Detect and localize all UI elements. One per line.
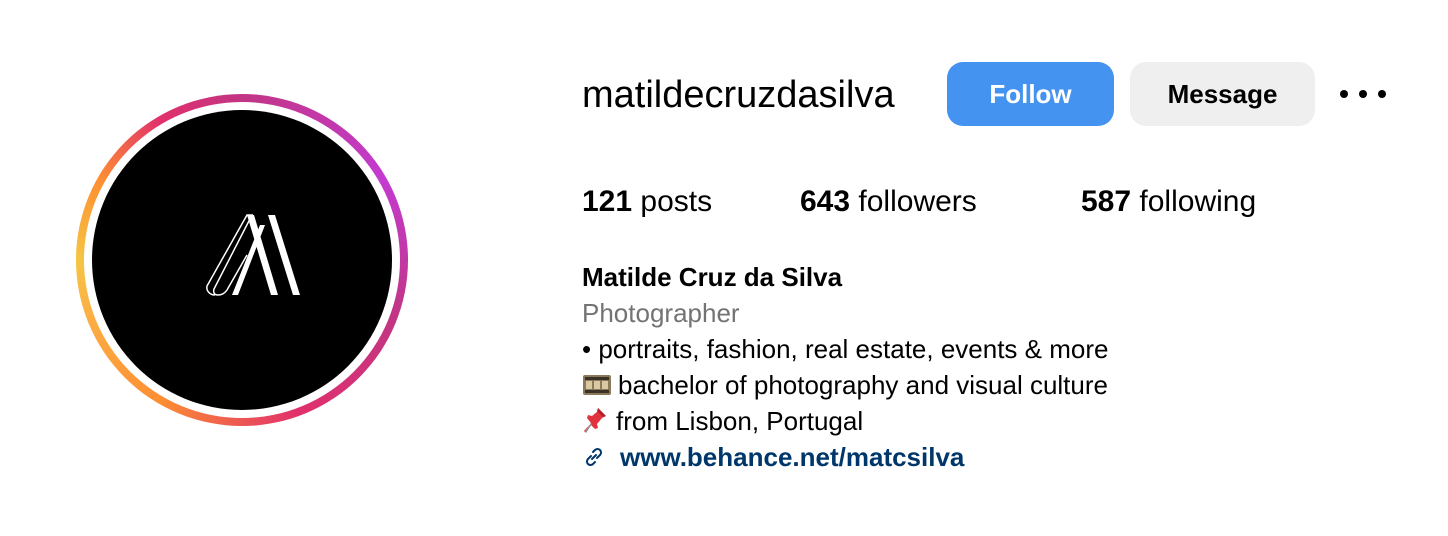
bio-line-1: • portraits, fashion, real estate, event…: [582, 334, 1109, 364]
profile-full-name: Matilde Cruz da Silva: [582, 262, 843, 292]
bio-line-2: bachelor of photography and visual cultu…: [582, 368, 1108, 402]
profile-category: Photographer: [582, 298, 740, 328]
bio-line-3-text: from Lisbon, Portugal: [616, 406, 864, 436]
logo-m-icon: [206, 214, 300, 296]
bio-line-2-text: bachelor of photography and visual cultu…: [618, 370, 1108, 400]
posts-label: posts: [640, 185, 713, 218]
pushpin-icon: [584, 408, 606, 433]
followers-count: 643: [800, 185, 851, 218]
follow-button[interactable]: Follow: [947, 62, 1114, 126]
followers-label: followers: [858, 185, 977, 218]
dot: [1378, 90, 1386, 98]
story-ring[interactable]: [76, 94, 408, 426]
following-stat[interactable]: 587 following: [1081, 182, 1256, 222]
profile-link[interactable]: www.behance.net/matcsilva: [582, 440, 964, 474]
following-count: 587: [1081, 185, 1132, 218]
followers-stat[interactable]: 643 followers: [800, 182, 977, 222]
dot: [1340, 90, 1348, 98]
dot: [1359, 90, 1367, 98]
profile-link-text[interactable]: www.behance.net/matcsilva: [620, 442, 964, 473]
link-icon: [585, 447, 603, 467]
more-options-icon[interactable]: [1340, 84, 1386, 104]
bio-line-3: from Lisbon, Portugal: [582, 404, 863, 438]
following-label: following: [1139, 185, 1257, 218]
posts-count: 121: [582, 185, 633, 218]
avatar-gap: [84, 102, 400, 418]
avatar[interactable]: [92, 110, 392, 410]
posts-stat: 121 posts: [582, 182, 712, 222]
film-frames-icon: [583, 375, 611, 395]
profile-username: matildecruzdasilva: [582, 74, 895, 116]
message-button[interactable]: Message: [1130, 62, 1315, 126]
